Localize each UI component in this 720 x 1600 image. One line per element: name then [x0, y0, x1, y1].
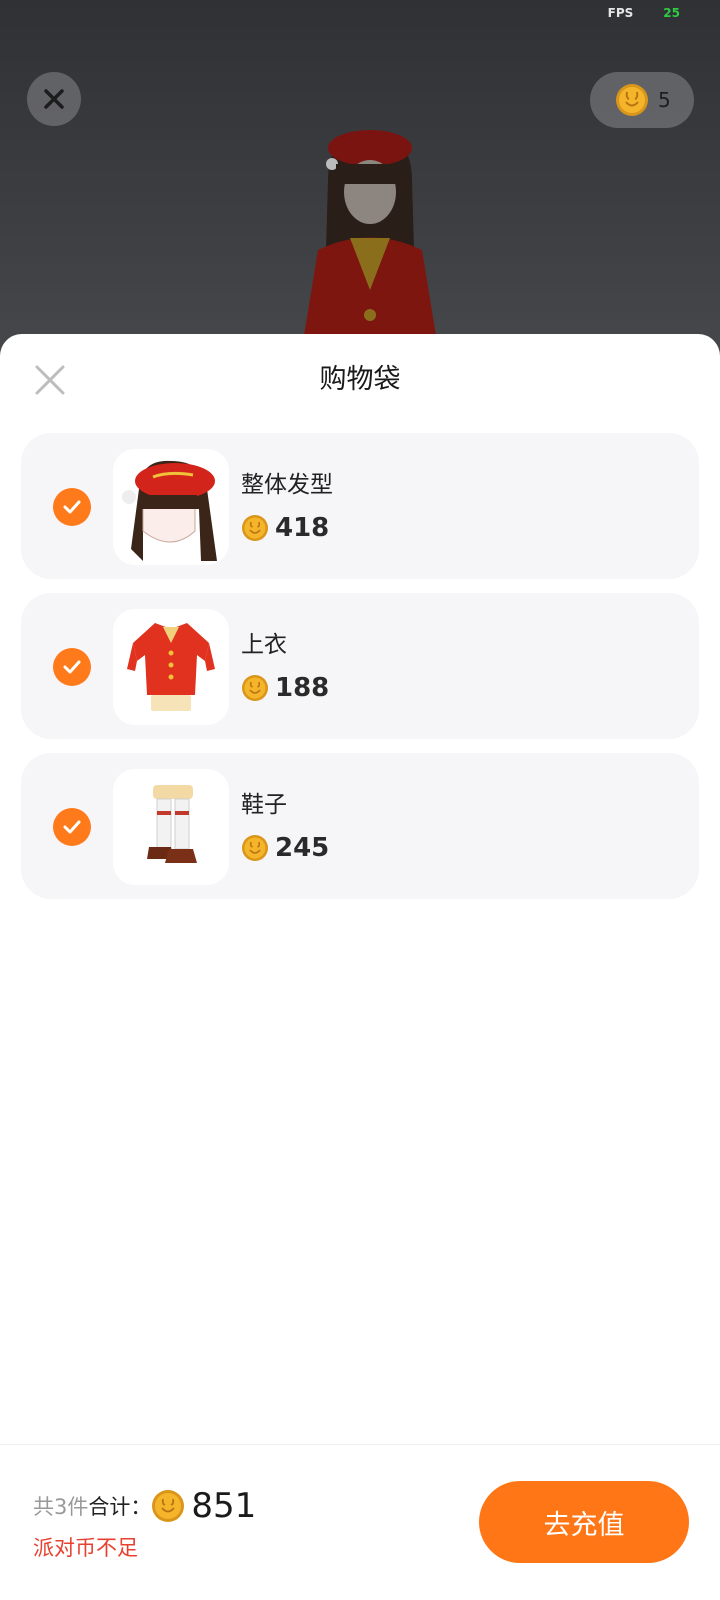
- item-checkbox[interactable]: [53, 808, 91, 846]
- hairstyle-thumbnail-icon: [122, 460, 217, 561]
- item-price: 418: [275, 513, 330, 543]
- avatar-character: [300, 130, 440, 360]
- total-value: 851: [191, 1486, 257, 1526]
- party-coin-icon: [242, 515, 268, 541]
- item-checkbox[interactable]: [53, 648, 91, 686]
- party-coin-icon: [242, 675, 268, 701]
- item-price-row: 245: [241, 833, 329, 863]
- close-icon: [44, 89, 64, 109]
- top-clothing-thumbnail-icon: [127, 623, 215, 711]
- total-label: 合计：: [88, 1495, 152, 1519]
- party-coin-icon: [616, 84, 648, 116]
- item-thumbnail: [113, 769, 229, 885]
- sheet-title: 购物袋: [319, 364, 401, 395]
- item-name: 上衣: [241, 632, 287, 658]
- fps-counter: FPS 25: [608, 6, 680, 20]
- party-coin-icon: [152, 1490, 185, 1522]
- checkmark-icon: [63, 660, 81, 674]
- item-price-row: 418: [241, 513, 329, 543]
- cart-item-top[interactable]: 上衣 188: [21, 593, 699, 739]
- avatar-scene: FPS 25 5: [0, 0, 720, 360]
- item-price-row: 188: [241, 673, 329, 703]
- coin-balance-pill[interactable]: 5: [590, 72, 694, 128]
- item-price: 245: [275, 833, 330, 863]
- shoes-thumbnail-icon: [147, 785, 197, 863]
- fps-label: FPS: [607, 6, 634, 20]
- item-count: 共3件: [33, 1495, 89, 1519]
- item-thumbnail: [113, 449, 229, 565]
- cart-item-hairstyle[interactable]: 整体发型 418: [21, 433, 699, 579]
- checkmark-icon: [63, 500, 81, 514]
- checkmark-icon: [63, 820, 81, 834]
- close-scene-button[interactable]: [27, 72, 81, 126]
- coin-balance: 5: [658, 88, 671, 112]
- party-coin-icon: [242, 835, 268, 861]
- footer-divider: [0, 1444, 720, 1445]
- insufficient-coins-warning: 派对币不足: [33, 1536, 138, 1560]
- shopping-bag-sheet: 购物袋 整体发型 418 上衣 188 鞋子 245: [0, 334, 720, 1600]
- item-name: 鞋子: [241, 792, 287, 818]
- item-price: 188: [275, 673, 330, 703]
- item-thumbnail: [113, 609, 229, 725]
- item-name: 整体发型: [241, 472, 333, 498]
- fps-value: 25: [663, 6, 680, 20]
- item-checkbox[interactable]: [53, 488, 91, 526]
- cart-item-shoes[interactable]: 鞋子 245: [21, 753, 699, 899]
- recharge-button[interactable]: 去充值: [479, 1481, 689, 1563]
- total-summary: 共3件 合计： 851: [33, 1486, 256, 1526]
